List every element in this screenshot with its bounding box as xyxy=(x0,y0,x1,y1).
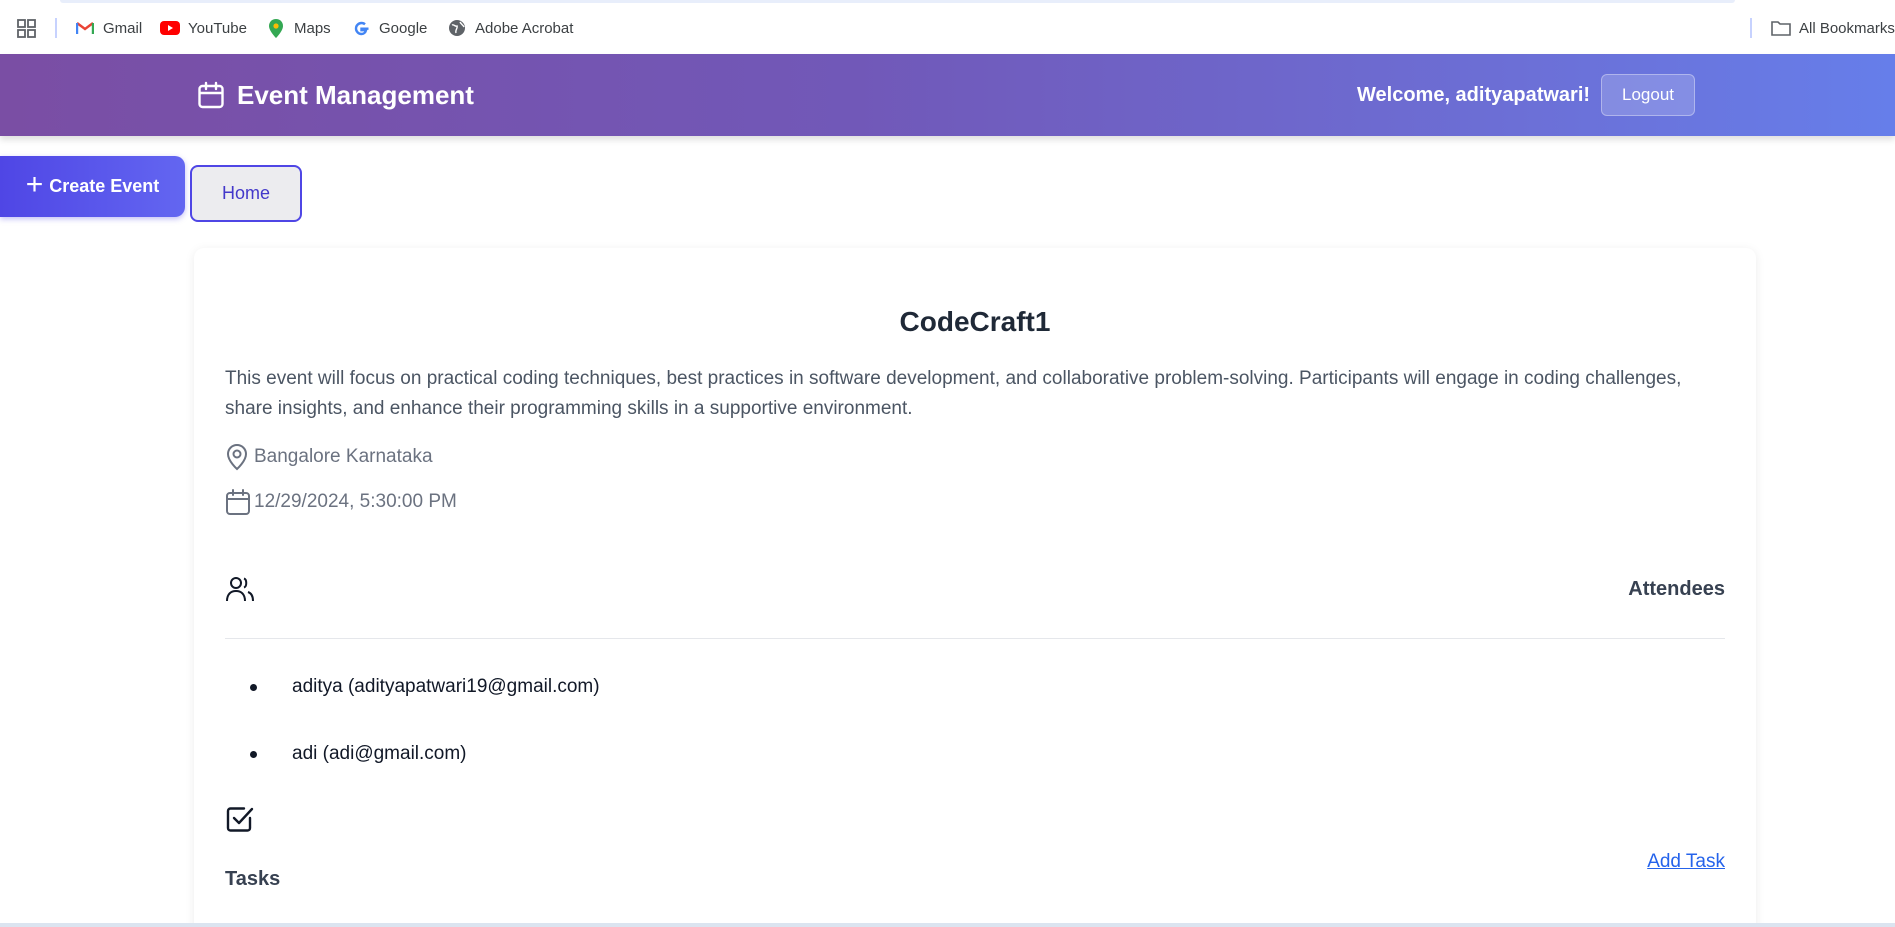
attendees-list: aditya (adityapatwari19@gmail.com) adi (… xyxy=(250,676,600,810)
bookmark-label: Gmail xyxy=(103,19,143,37)
bookmark-label: YouTube xyxy=(188,19,247,37)
folder-icon xyxy=(1771,18,1791,38)
list-item: adi (adi@gmail.com) xyxy=(250,743,600,810)
all-bookmarks-button[interactable]: All Bookmarks xyxy=(1771,17,1895,39)
location-text: Bangalore Karnataka xyxy=(254,446,433,467)
bullet xyxy=(250,751,257,758)
logout-button[interactable]: Logout xyxy=(1601,74,1695,116)
bookmark-label: Google xyxy=(379,19,428,37)
bookmark-adobe-acrobat[interactable]: Adobe Acrobat xyxy=(447,17,573,39)
bullet xyxy=(250,684,257,691)
create-event-label: Create Event xyxy=(49,176,160,196)
check-square-icon xyxy=(226,807,254,832)
list-item: aditya (adityapatwari19@gmail.com) xyxy=(250,676,600,743)
home-button[interactable]: Home xyxy=(190,165,302,222)
bookmarks-separator xyxy=(1750,18,1752,38)
attendee-text: adi (adi@gmail.com) xyxy=(292,743,467,764)
bookmark-google[interactable]: Google xyxy=(351,17,427,39)
brand[interactable]: Event Management xyxy=(197,54,474,136)
tasks-heading: Tasks xyxy=(225,868,281,890)
bookmarks-bar: Gmail YouTube Maps Google Adobe Acrobat … xyxy=(0,0,1895,54)
datetime-text: 12/29/2024, 5:30:00 PM xyxy=(254,491,457,512)
plus-icon: + xyxy=(25,167,44,201)
bookmark-gmail[interactable]: Gmail xyxy=(75,17,142,39)
event-datetime: 12/29/2024, 5:30:00 PM xyxy=(225,487,457,517)
calendar-icon xyxy=(225,487,251,517)
event-location: Bangalore Karnataka xyxy=(225,442,433,472)
bookmark-label: Adobe Acrobat xyxy=(475,19,574,37)
attendees-heading: Attendees xyxy=(1628,578,1725,600)
bookmark-youtube[interactable]: YouTube xyxy=(160,17,247,39)
bookmarks-separator xyxy=(55,18,57,38)
app-title: Event Management xyxy=(237,79,474,110)
add-task-link[interactable]: Add Task xyxy=(1647,851,1725,873)
google-icon xyxy=(351,18,371,38)
users-icon xyxy=(226,577,254,602)
all-bookmarks-label: All Bookmarks xyxy=(1799,19,1895,37)
maps-icon xyxy=(266,18,286,38)
apps-grid-icon[interactable] xyxy=(17,19,36,38)
globe-icon xyxy=(447,18,467,38)
event-card: CodeCraft1 This event will focus on prac… xyxy=(194,248,1756,927)
gmail-icon xyxy=(75,18,95,38)
window-bottom-edge xyxy=(0,923,1895,927)
bookmark-label: Maps xyxy=(294,19,331,37)
calendar-icon xyxy=(198,81,224,109)
event-description: This event will focus on practical codin… xyxy=(225,368,1682,419)
divider xyxy=(225,638,1725,639)
youtube-icon xyxy=(160,18,180,38)
welcome-message: Welcome, adityapatwari! xyxy=(1357,83,1591,106)
event-title: CodeCraft1 xyxy=(899,306,1051,337)
tab-strip-edge xyxy=(60,0,1735,3)
map-pin-icon xyxy=(225,442,251,472)
bookmark-maps[interactable]: Maps xyxy=(266,17,331,39)
attendee-text: aditya (adityapatwari19@gmail.com) xyxy=(292,676,600,697)
create-event-button[interactable]: + Create Event xyxy=(0,156,185,217)
